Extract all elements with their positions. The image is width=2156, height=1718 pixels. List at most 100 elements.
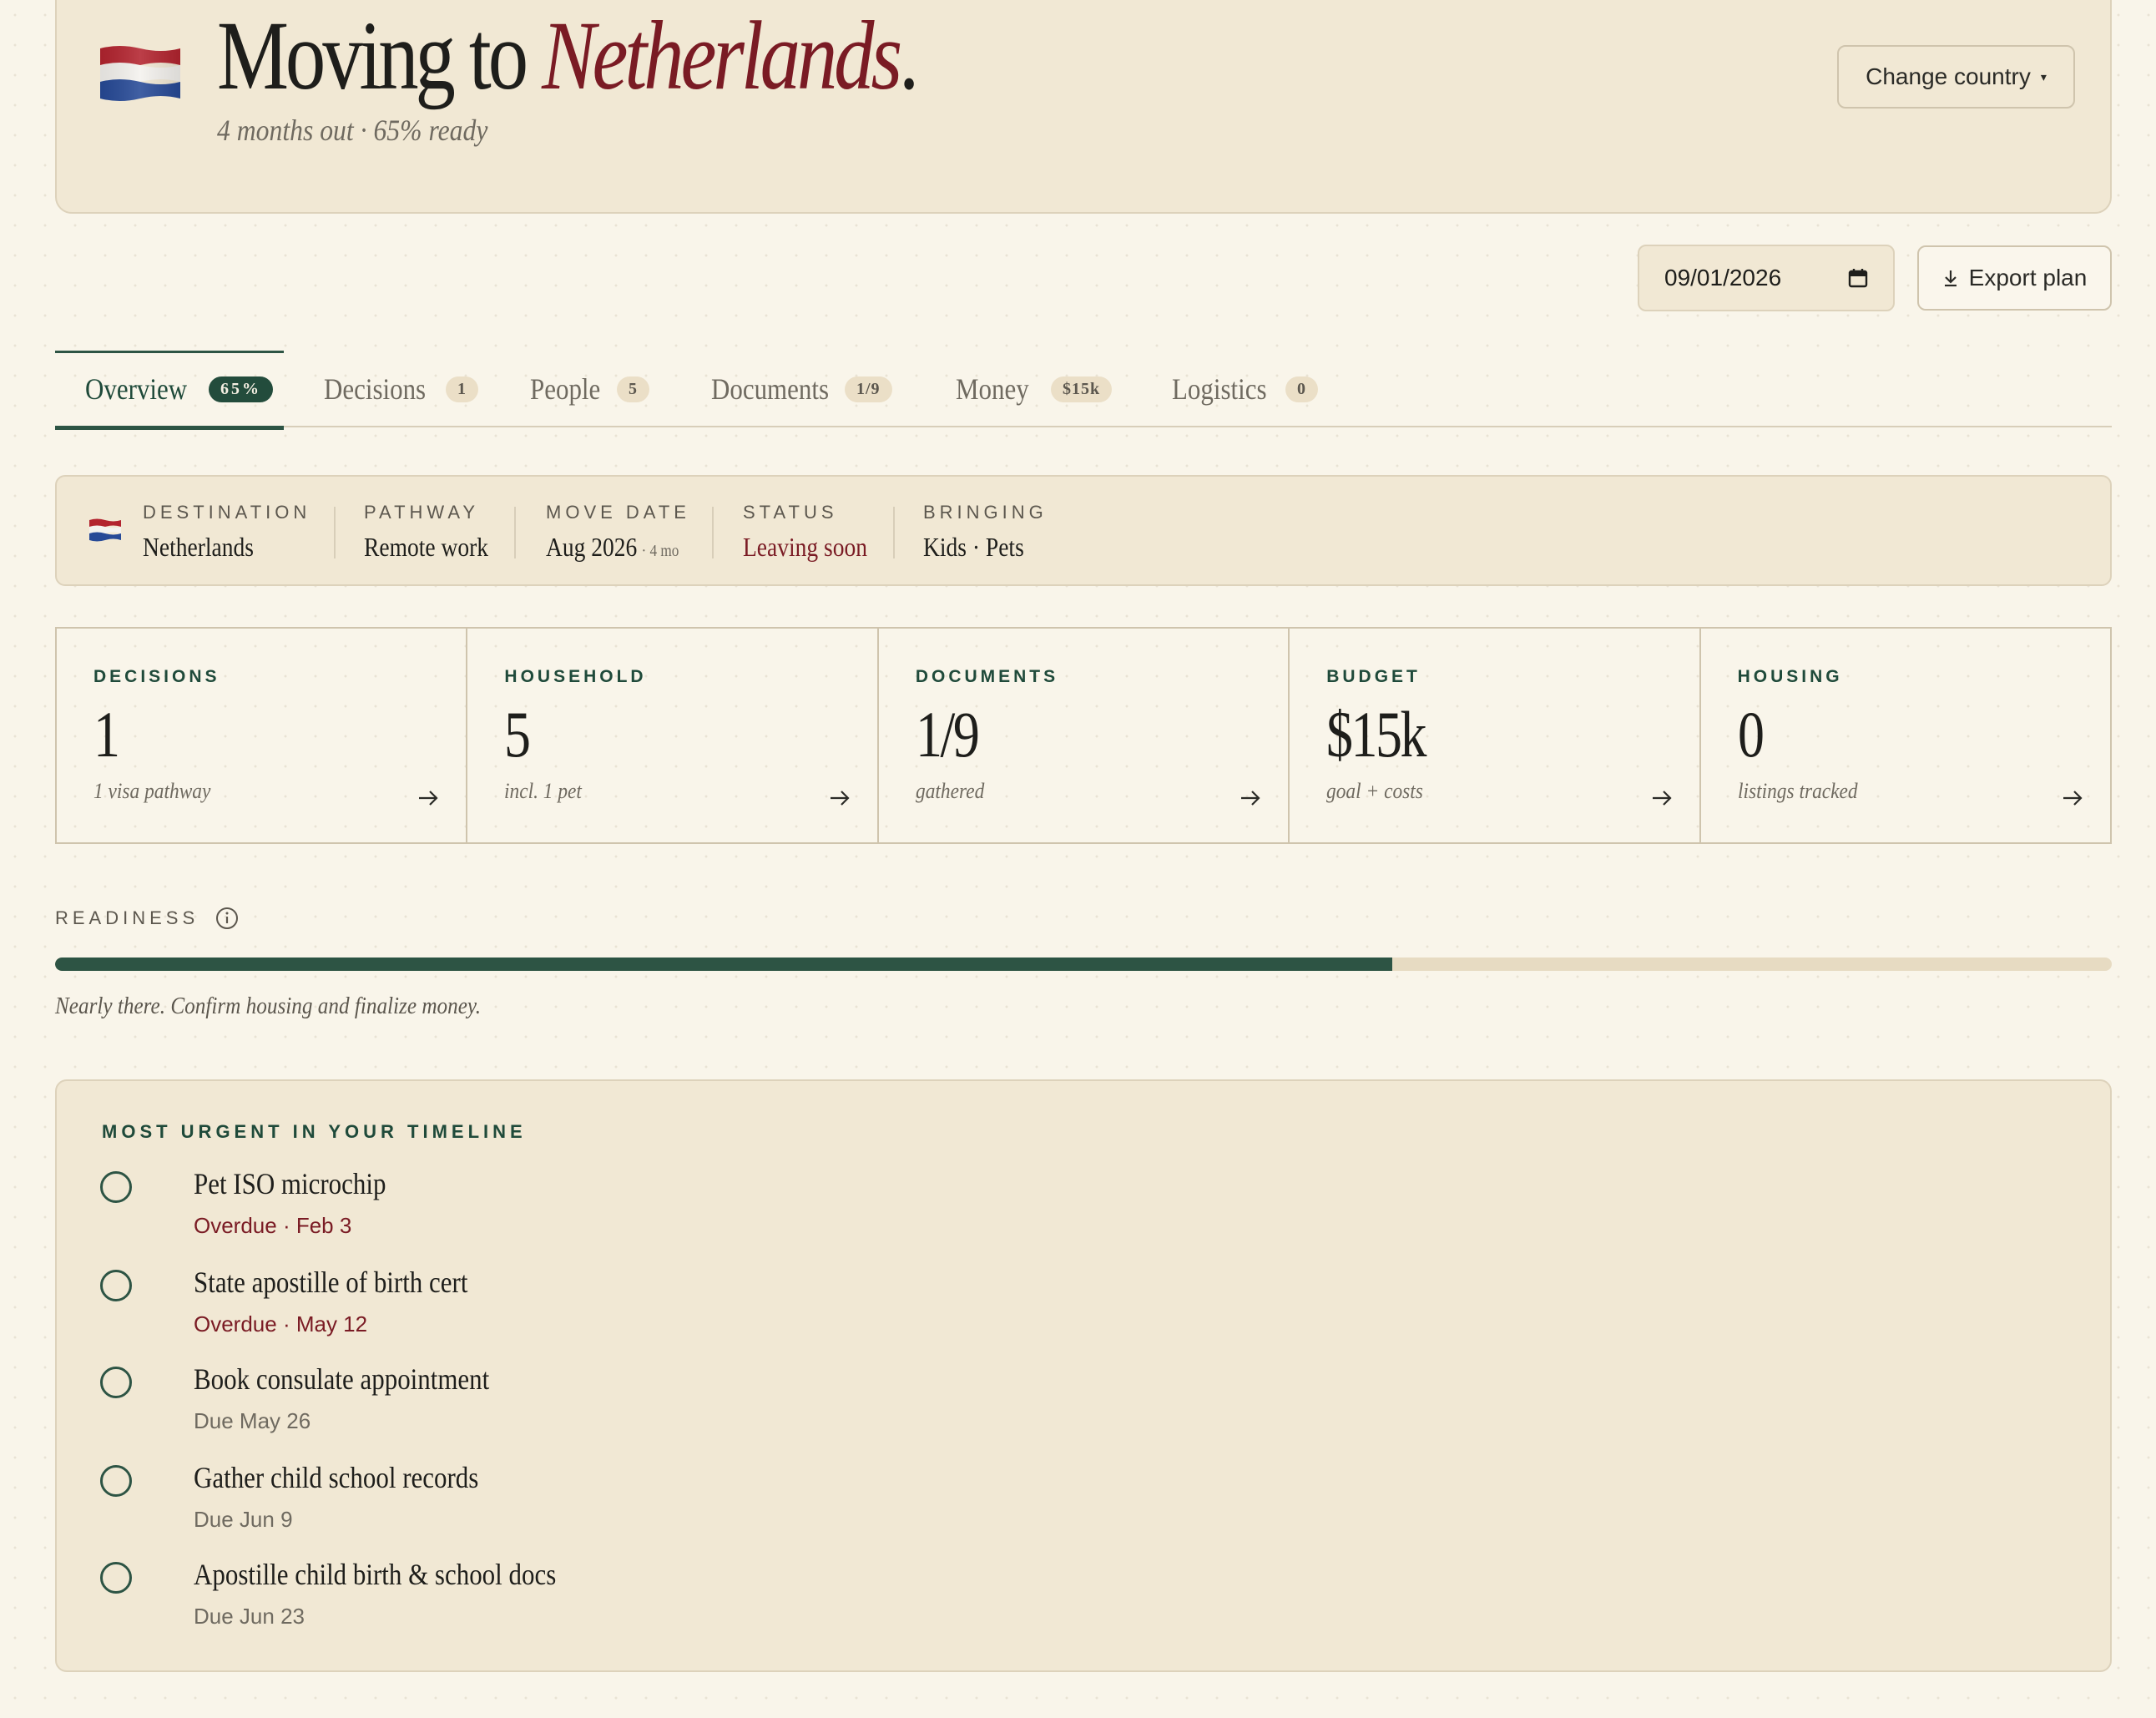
- change-country-button[interactable]: Change country ▾: [1837, 45, 2075, 109]
- arrow-right-icon: [2063, 791, 2083, 806]
- tab-money[interactable]: Money $15k: [956, 351, 1113, 427]
- tab-overview[interactable]: Overview 65%: [55, 351, 284, 430]
- stat-card-housing[interactable]: HOUSING 0 listings tracked: [1701, 629, 2110, 842]
- tab-documents[interactable]: Documents 1/9: [711, 351, 892, 427]
- task-name: Apostille child birth & school docs: [194, 1558, 557, 1591]
- arrow-right-icon: [419, 791, 438, 806]
- readiness-label: READINESS: [55, 907, 199, 928]
- destination-value: Netherlands: [143, 532, 254, 562]
- tab-badge: $15k: [1051, 376, 1113, 402]
- stat-value: 5: [504, 698, 531, 771]
- move-date-relative: · 4 mo: [641, 542, 679, 560]
- task-name: Pet ISO microchip: [194, 1167, 386, 1200]
- urgent-title: MOST URGENT IN YOUR TIMELINE: [102, 1121, 527, 1142]
- stat-label: HOUSEHOLD: [504, 667, 647, 686]
- readiness-header: READINESS: [55, 907, 239, 930]
- change-country-label: Change country: [1866, 63, 2031, 89]
- readiness-progress-bar: [55, 958, 2112, 971]
- summary-status: STATUS Leaving soon: [743, 502, 887, 563]
- stat-sub: listings tracked: [1737, 779, 1858, 803]
- stat-value: $15k: [1326, 698, 1427, 771]
- calendar-icon[interactable]: [1848, 268, 1868, 288]
- task-checkbox[interactable]: [100, 1367, 132, 1398]
- tab-badge: 1: [445, 376, 478, 402]
- page-subtitle: 4 months out · 65% ready: [217, 114, 488, 147]
- destination-label: DESTINATION: [143, 502, 311, 523]
- stat-label: DOCUMENTS: [915, 667, 1059, 686]
- stat-value: 1/9: [915, 698, 980, 771]
- stat-value: 1: [93, 698, 120, 771]
- pathway-label: PATHWAY: [364, 502, 480, 523]
- stat-value: 0: [1737, 698, 1765, 771]
- bringing-label: BRINGING: [923, 502, 1048, 523]
- tab-badge: 65%: [208, 376, 273, 402]
- tab-badge: 0: [1285, 376, 1318, 402]
- divider: [712, 507, 714, 558]
- netherlands-flag-icon: [89, 518, 121, 542]
- urgent-timeline-card: MOST URGENT IN YOUR TIMELINE Pet ISO mic…: [55, 1079, 2112, 1672]
- task-checkbox[interactable]: [100, 1270, 132, 1301]
- status-value: Leaving soon: [743, 532, 868, 562]
- task-due: Due May 26: [194, 1408, 311, 1433]
- arrow-right-icon: [1652, 791, 1672, 806]
- divider: [334, 507, 336, 558]
- info-icon[interactable]: [215, 907, 239, 930]
- task-name: Book consulate appointment: [194, 1362, 490, 1396]
- move-date-value: 09/01/2026: [1664, 265, 1782, 291]
- move-date-summary: Aug 2026 · 4 mo: [546, 532, 679, 563]
- tab-badge: 5: [616, 376, 649, 402]
- export-plan-label: Export plan: [1968, 265, 2088, 291]
- divider: [514, 507, 516, 558]
- tab-label: Overview: [85, 372, 188, 406]
- stat-card-household[interactable]: HOUSEHOLD 5 incl. 1 pet: [467, 629, 879, 842]
- status-label: STATUS: [743, 502, 838, 523]
- stat-sub: 1 visa pathway: [93, 779, 211, 803]
- destination-country-title: Netherlands: [542, 1, 902, 110]
- move-summary-strip: DESTINATION Netherlands PATHWAY Remote w…: [55, 475, 2112, 586]
- readiness-progress-fill: [55, 958, 1392, 971]
- task-checkbox[interactable]: [100, 1171, 132, 1203]
- tab-badge: 1/9: [844, 376, 892, 402]
- section-tabs: Overview 65% Decisions 1 People 5 Docume…: [55, 351, 2112, 430]
- stat-label: HOUSING: [1737, 667, 1843, 686]
- arrow-right-icon: [830, 791, 850, 806]
- bringing-value: Kids · Pets: [923, 532, 1024, 562]
- task-due: Overdue · May 12: [194, 1311, 368, 1337]
- arrow-right-icon: [1241, 791, 1260, 806]
- chevron-down-icon: ▾: [2040, 69, 2047, 83]
- stat-card-decisions[interactable]: DECISIONS 1 1 visa pathway: [57, 629, 468, 842]
- task-name: Gather child school records: [194, 1461, 479, 1494]
- tab-label: Documents: [711, 372, 830, 406]
- tab-label: People: [530, 372, 601, 406]
- stat-sub: incl. 1 pet: [504, 779, 583, 803]
- tab-logistics[interactable]: Logistics 0: [1172, 351, 1318, 427]
- export-plan-button[interactable]: Export plan: [1917, 245, 2112, 311]
- stat-sub: goal + costs: [1326, 779, 1424, 803]
- move-date-input[interactable]: 09/01/2026: [1638, 245, 1895, 311]
- summary-move-date: MOVE DATE Aug 2026 · 4 mo: [546, 502, 700, 563]
- tab-decisions[interactable]: Decisions 1: [324, 351, 478, 427]
- move-date-text: Aug 2026: [546, 532, 638, 562]
- move-date-label: MOVE DATE: [546, 502, 690, 523]
- pathway-value: Remote work: [364, 532, 489, 562]
- stat-card-budget[interactable]: BUDGET $15k goal + costs: [1290, 629, 1701, 842]
- task-name: State apostille of birth cert: [194, 1266, 468, 1299]
- stat-card-documents[interactable]: DOCUMENTS 1/9 gathered: [879, 629, 1290, 842]
- stat-sub: gathered: [915, 779, 985, 803]
- task-checkbox[interactable]: [100, 1562, 132, 1594]
- tab-people[interactable]: People 5: [530, 351, 649, 427]
- stat-label: BUDGET: [1326, 667, 1421, 686]
- task-due: Due Jun 23: [194, 1604, 305, 1629]
- task-due: Overdue · Feb 3: [194, 1213, 352, 1238]
- page-title: Moving to Netherlands.: [217, 1, 919, 110]
- divider: [893, 507, 895, 558]
- summary-bringing: BRINGING Kids · Pets: [923, 502, 1048, 563]
- netherlands-flag-icon: [100, 46, 180, 101]
- summary-pathway: PATHWAY Remote work: [364, 502, 508, 563]
- tab-label: Money: [956, 372, 1029, 406]
- stat-cards: DECISIONS 1 1 visa pathway HOUSEHOLD 5 i…: [55, 627, 2112, 844]
- task-due: Due Jun 9: [194, 1507, 293, 1532]
- tab-label: Decisions: [324, 372, 427, 406]
- task-checkbox[interactable]: [100, 1465, 132, 1497]
- readiness-note: Nearly there. Confirm housing and finali…: [55, 993, 482, 1019]
